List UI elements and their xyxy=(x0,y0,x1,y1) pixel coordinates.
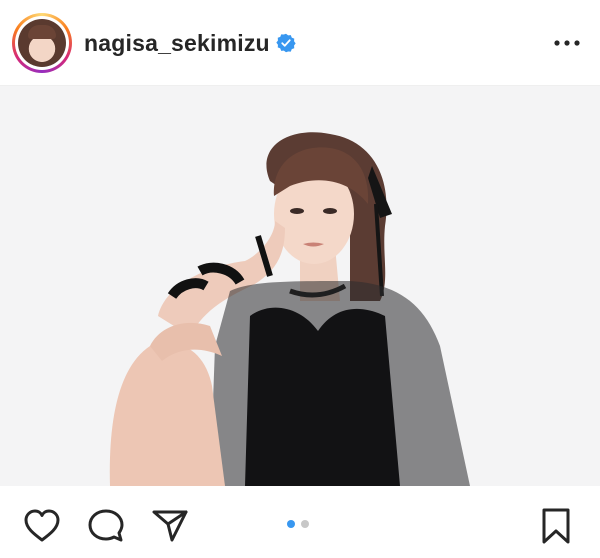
username[interactable]: nagisa_sekimizu xyxy=(84,30,270,57)
avatar-image xyxy=(18,19,66,67)
story-ring[interactable] xyxy=(12,13,72,73)
post-header: nagisa_sekimizu xyxy=(0,0,600,86)
more-horizontal-icon xyxy=(554,40,580,46)
paper-plane-icon xyxy=(152,510,188,542)
carousel-dot xyxy=(301,520,309,528)
username-row: nagisa_sekimizu xyxy=(84,27,296,59)
carousel-dot-active xyxy=(287,520,295,528)
avatar[interactable] xyxy=(15,16,69,70)
post-photo xyxy=(0,86,600,486)
action-bar xyxy=(0,486,600,558)
bookmark-icon xyxy=(542,508,570,544)
comment-icon xyxy=(88,509,124,542)
instagram-post: nagisa_sekimizu xyxy=(0,0,600,558)
comment-button[interactable] xyxy=(86,506,126,546)
post-image[interactable] xyxy=(0,86,600,486)
like-button[interactable] xyxy=(22,506,62,546)
save-button[interactable] xyxy=(536,506,576,546)
share-button[interactable] xyxy=(150,506,190,546)
verified-badge-icon xyxy=(276,33,296,53)
heart-icon xyxy=(24,509,60,542)
more-options-button[interactable] xyxy=(552,30,582,56)
carousel-indicator xyxy=(287,520,309,528)
